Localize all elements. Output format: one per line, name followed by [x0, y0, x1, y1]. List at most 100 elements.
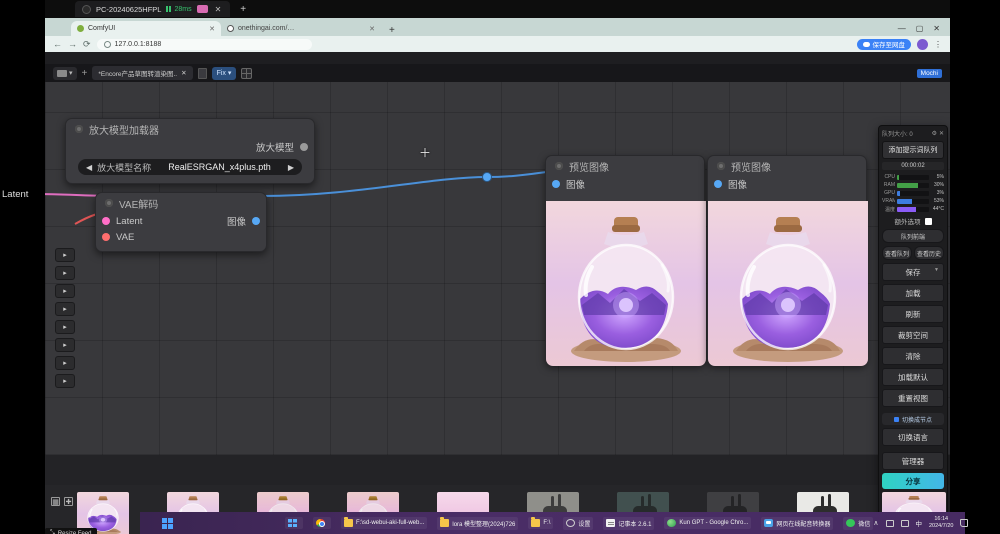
- browser-tab-onething[interactable]: onethingai.com/… ✕: [221, 21, 381, 36]
- queue-front-button[interactable]: 队列前端: [882, 229, 944, 243]
- collapsed-node[interactable]: ▸: [55, 284, 75, 298]
- image-slot-icon[interactable]: [252, 217, 260, 225]
- extra-options-checkbox[interactable]: [925, 218, 932, 225]
- image-slot-icon[interactable]: [714, 180, 722, 188]
- rdp-tab-close-icon[interactable]: ✕: [213, 5, 224, 14]
- node-canvas[interactable]: 放大模型加载器 放大模型 ◀ 放大模型名称 RealESRGAN_x4plus.…: [45, 82, 950, 455]
- taskbar-item[interactable]: F:\sd-webui-aki-full-web...: [341, 517, 427, 529]
- input-slot-vae[interactable]: VAE: [96, 229, 266, 245]
- resize-feed-handle[interactable]: ⤡ Resize Feed: [45, 528, 97, 534]
- reload-icon[interactable]: ⟳: [83, 39, 91, 50]
- prev-arrow-icon[interactable]: ◀: [86, 163, 92, 172]
- taskbar-item[interactable]: 网页在线配音转换器: [761, 517, 833, 530]
- node-upscale-model-loader[interactable]: 放大模型加载器 放大模型 ◀ 放大模型名称 RealESRGAN_x4plus.…: [65, 118, 315, 184]
- view-history-button[interactable]: 查看历史: [914, 246, 944, 260]
- mochi-badge[interactable]: Mochi: [917, 69, 942, 78]
- grid-view-icon[interactable]: [241, 68, 252, 79]
- workflow-tab[interactable]: *Encore产品草图转渲染图.. ✕: [92, 66, 192, 80]
- start-button[interactable]: [162, 518, 173, 529]
- input-slot-image[interactable]: 图像: [546, 176, 704, 192]
- node-translate-toggle[interactable]: 切换成节点: [882, 413, 944, 425]
- collapsed-node[interactable]: ▸: [55, 320, 75, 334]
- collapse-dot-icon[interactable]: [555, 162, 563, 170]
- taskbar-item[interactable]: [313, 517, 331, 529]
- browser-tab-comfyui[interactable]: ComfyUI ✕: [71, 21, 221, 36]
- collapsed-node[interactable]: ▸: [55, 374, 75, 388]
- manager-button[interactable]: 管理器: [882, 452, 944, 470]
- panel-close-icon[interactable]: ✕: [939, 130, 944, 137]
- menu-button[interactable]: 刷新▼: [882, 305, 944, 323]
- minimize-button[interactable]: —: [898, 24, 906, 33]
- queue-prompt-button[interactable]: 添加提示词队列: [882, 141, 944, 159]
- taskbar-item[interactable]: 记事本 2.6.1: [603, 517, 654, 530]
- address-bar[interactable]: 127.0.0.1:8188: [97, 39, 312, 50]
- node-title-bar[interactable]: 预览图像: [546, 156, 704, 176]
- back-icon[interactable]: ←: [53, 39, 62, 49]
- menu-button[interactable]: 保存▼: [882, 263, 944, 281]
- taskbar-item[interactable]: F:\: [528, 517, 553, 529]
- new-tab-button[interactable]: +: [389, 25, 395, 36]
- vae-slot-icon[interactable]: [102, 233, 110, 241]
- tab-close-icon[interactable]: ✕: [369, 25, 375, 33]
- node-title-bar[interactable]: 预览图像: [708, 156, 866, 176]
- taskbar-clock[interactable]: 16:14 2024/7/20: [929, 516, 953, 530]
- node-vae-decode[interactable]: VAE解码 Latent 图像 VAE: [95, 192, 267, 252]
- node-title-bar[interactable]: 放大模型加载器: [66, 119, 314, 139]
- settings-gear-icon[interactable]: ⚙: [932, 130, 937, 137]
- feed-grid-icon[interactable]: ▦: [51, 497, 60, 506]
- menu-button[interactable]: 清除▼: [882, 347, 944, 365]
- workflow-tab-close-icon[interactable]: ✕: [181, 69, 186, 77]
- taskbar-item[interactable]: Kun GPT - Google Chro...: [664, 517, 751, 529]
- collapsed-node[interactable]: ▸: [55, 356, 75, 370]
- menu-button[interactable]: 加载默认▼: [882, 368, 944, 386]
- collapse-dot-icon[interactable]: [75, 125, 83, 133]
- new-workflow-button[interactable]: +: [82, 68, 88, 79]
- taskbar-item[interactable]: [285, 517, 303, 529]
- forward-icon[interactable]: →: [68, 39, 77, 49]
- image-slot-icon[interactable]: [552, 180, 560, 188]
- collapsed-node[interactable]: ▸: [55, 338, 75, 352]
- workflow-folder-button[interactable]: ▾: [53, 67, 77, 80]
- profile-avatar[interactable]: [917, 39, 928, 50]
- tray-display-icon[interactable]: [886, 520, 894, 527]
- feed-pin-icon[interactable]: ✚: [64, 497, 73, 506]
- menu-button[interactable]: 加载▼: [882, 284, 944, 302]
- switch-language-button[interactable]: 切换语言: [882, 428, 944, 446]
- model-slot-icon[interactable]: [300, 143, 308, 151]
- collapse-dot-icon[interactable]: [717, 162, 725, 170]
- document-icon[interactable]: [198, 68, 207, 79]
- fix-button[interactable]: Fix▾: [212, 67, 237, 80]
- tray-expand-icon[interactable]: ∧: [873, 519, 878, 527]
- node-title-bar[interactable]: VAE解码: [96, 193, 266, 213]
- taskbar-item[interactable]: lora 模型整理(2024)726: [437, 517, 518, 530]
- share-button[interactable]: 分享: [882, 473, 944, 489]
- maximize-button[interactable]: ▢: [916, 24, 924, 33]
- taskbar-item[interactable]: 设置: [563, 517, 593, 530]
- latent-slot-icon[interactable]: [102, 217, 110, 225]
- site-info-icon[interactable]: [104, 41, 111, 48]
- rdp-session-tab[interactable]: PC-20240625HFPL 28ms ✕: [75, 1, 230, 17]
- menu-button[interactable]: 裁剪空间▼: [882, 326, 944, 344]
- tray-volume-icon[interactable]: [901, 520, 909, 527]
- netdisk-extension-button[interactable]: 保存至网盘: [857, 39, 912, 50]
- output-slot-image[interactable]: 图像: [227, 213, 266, 229]
- browser-menu-icon[interactable]: ⋮: [934, 40, 942, 49]
- collapse-dot-icon[interactable]: [105, 199, 113, 207]
- extra-options-row[interactable]: 额外选项: [882, 216, 944, 226]
- collapsed-node[interactable]: ▸: [55, 266, 75, 280]
- view-queue-button[interactable]: 查看队列: [882, 246, 912, 260]
- rdp-new-tab-button[interactable]: +: [240, 4, 246, 15]
- collapsed-node[interactable]: ▸: [55, 302, 75, 316]
- model-name-widget[interactable]: ◀ 放大模型名称 RealESRGAN_x4plus.pth ▶: [78, 159, 302, 175]
- taskbar-item[interactable]: 微信: [843, 517, 873, 530]
- collapsed-node[interactable]: ▸: [55, 248, 75, 262]
- close-button[interactable]: ✕: [933, 24, 940, 33]
- tab-close-icon[interactable]: ✕: [209, 25, 215, 33]
- output-slot-upscale-model[interactable]: 放大模型: [66, 139, 314, 155]
- node-preview-image-1[interactable]: 预览图像 图像: [545, 155, 705, 365]
- input-slot-latent[interactable]: Latent: [96, 213, 227, 229]
- ime-language-indicator[interactable]: 中: [916, 518, 923, 528]
- menu-button[interactable]: 重置视图▼: [882, 389, 944, 407]
- notification-center-icon[interactable]: [960, 519, 968, 527]
- input-slot-image[interactable]: 图像: [708, 176, 866, 192]
